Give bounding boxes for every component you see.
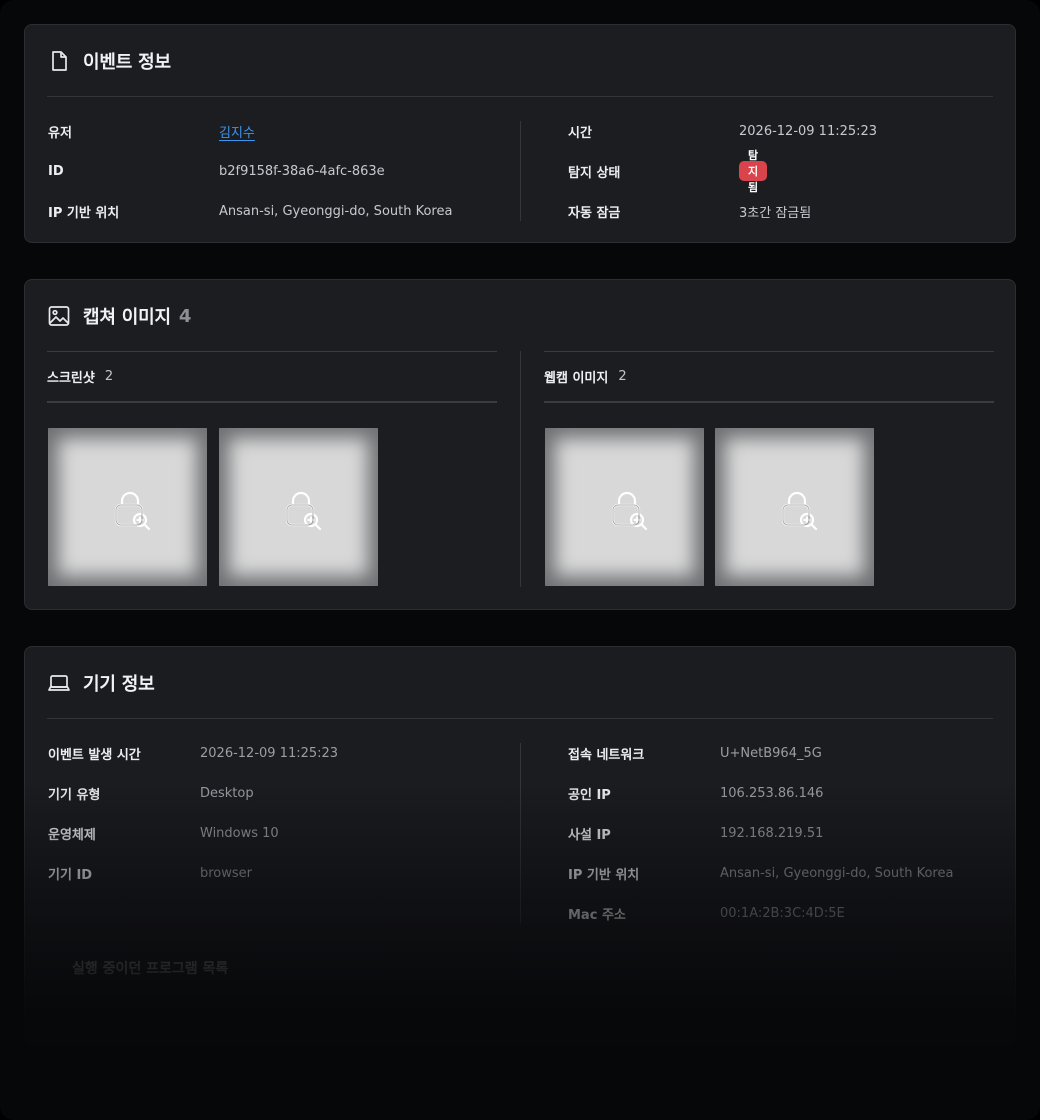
- event-id-key: ID: [48, 163, 64, 179]
- event-location-value: Ansan-si, Gyeonggi-do, South Korea: [219, 203, 453, 219]
- webcam-subheader: 웹캠 이미지 2: [544, 351, 994, 403]
- device-event-time-key: 이벤트 발생 시간: [48, 747, 141, 763]
- event-autolock-key: 자동 잠금: [568, 205, 621, 221]
- device-mac-key: Mac 주소: [568, 907, 626, 923]
- event-time-value: 2026-12-09 11:25:23: [739, 123, 878, 139]
- event-info-title: 이벤트 정보: [83, 52, 171, 73]
- device-location-row: IP 기반 위치 Ansan-si, Gyeonggi-do, South Ko…: [568, 863, 953, 883]
- captures-title: 캡쳐 이미지: [83, 307, 171, 328]
- device-info-title: 기기 정보: [83, 674, 155, 695]
- device-public-ip-key: 공인 IP: [568, 787, 611, 803]
- app-frame: 이벤트 정보 유저 김지수 ID b2f9158f-38a6-4afc-863e…: [0, 0, 1040, 1120]
- device-type-value: Desktop: [200, 785, 254, 801]
- event-info-divider: [47, 96, 993, 97]
- captures-column-divider: [520, 351, 521, 587]
- device-private-ip-key: 사설 IP: [568, 827, 611, 843]
- device-id-row: 기기 ID browser: [48, 863, 252, 883]
- running-programs-heading[interactable]: 실행 중이던 프로그램 목록: [72, 958, 228, 978]
- device-id-key: 기기 ID: [48, 867, 93, 883]
- device-os-key: 운영체제: [48, 827, 96, 843]
- device-public-ip-row: 공인 IP 106.253.86.146: [568, 783, 823, 803]
- screenshot-count: 2: [104, 369, 114, 384]
- event-detection-key: 탐지 상태: [568, 165, 621, 181]
- device-info-divider: [47, 718, 993, 719]
- event-id-value: b2f9158f-38a6-4afc-863e: [219, 163, 385, 179]
- event-autolock-row: 자동 잠금 3초간 잠금됨: [568, 201, 811, 221]
- webcam-thumbnail-2[interactable]: [715, 428, 874, 586]
- screenshot-thumbnail-1[interactable]: [48, 428, 207, 586]
- laptop-icon: [47, 671, 71, 695]
- captures-card: 캡쳐 이미지 4 스크린샷 2 웹캠 이미지 2: [24, 279, 1016, 610]
- device-network-value: U+NetB964_5G: [720, 745, 822, 761]
- device-location-value: Ansan-si, Gyeonggi-do, South Korea: [720, 865, 954, 881]
- document-icon: [47, 49, 71, 73]
- device-private-ip-row: 사설 IP 192.168.219.51: [568, 823, 823, 843]
- screenshot-subheader: 스크린샷 2: [47, 351, 497, 403]
- device-network-key: 접속 네트워크: [568, 747, 645, 763]
- event-detection-row: 탐지 상태 탐지됨: [568, 149, 768, 194]
- event-info-card: 이벤트 정보 유저 김지수 ID b2f9158f-38a6-4afc-863e…: [24, 24, 1016, 243]
- event-user-link[interactable]: 김지수: [219, 122, 255, 141]
- webcam-label: 웹캠 이미지: [544, 371, 609, 386]
- event-user-row: 유저 김지수: [48, 121, 255, 141]
- device-type-key: 기기 유형: [48, 787, 101, 803]
- image-icon: [47, 304, 71, 328]
- locked-zoom-icon: [781, 491, 818, 531]
- event-info-column-divider: [520, 121, 521, 221]
- webcam-count: 2: [618, 369, 627, 384]
- screenshot-label: 스크린샷: [47, 371, 95, 386]
- locked-zoom-icon: [611, 491, 648, 531]
- device-info-card: 기기 정보 이벤트 발생 시간 2026-12-09 11:25:23 기기 유…: [24, 646, 1016, 1046]
- device-public-ip-value: 106.253.86.146: [720, 785, 824, 801]
- event-location-row: IP 기반 위치 Ansan-si, Gyeonggi-do, South Ko…: [48, 201, 452, 221]
- device-id-value: browser: [200, 865, 253, 881]
- captures-count: 4: [178, 305, 192, 327]
- device-os-value: Windows 10: [200, 825, 279, 841]
- device-network-row: 접속 네트워크 U+NetB964_5G: [568, 743, 822, 763]
- event-time-key: 시간: [568, 125, 592, 141]
- locked-zoom-icon: [114, 491, 151, 531]
- device-info-header: 기기 정보: [47, 647, 993, 719]
- screenshot-thumbnail-2[interactable]: [219, 428, 378, 586]
- event-info-header: 이벤트 정보: [47, 25, 993, 97]
- device-location-key: IP 기반 위치: [568, 867, 640, 883]
- captures-header: 캡쳐 이미지 4: [47, 280, 993, 352]
- device-private-ip-value: 192.168.219.51: [720, 825, 824, 841]
- device-os-row: 운영체제 Windows 10: [48, 823, 279, 843]
- device-mac-value: 00:1A:2B:3C:4D:5E: [720, 905, 845, 921]
- event-id-row: ID b2f9158f-38a6-4afc-863e: [48, 161, 385, 181]
- event-user-key: 유저: [48, 125, 72, 141]
- device-event-time-row: 이벤트 발생 시간 2026-12-09 11:25:23: [48, 743, 338, 763]
- detection-status-badge: 탐지됨: [739, 149, 768, 194]
- event-location-key: IP 기반 위치: [48, 205, 120, 221]
- device-type-row: 기기 유형 Desktop: [48, 783, 254, 803]
- device-mac-row: Mac 주소 00:1A:2B:3C:4D:5E: [568, 903, 845, 923]
- webcam-thumbnail-1[interactable]: [545, 428, 704, 586]
- locked-zoom-icon: [285, 491, 322, 531]
- device-event-time-value: 2026-12-09 11:25:23: [200, 745, 339, 761]
- device-info-column-divider: [520, 743, 521, 923]
- event-autolock-value: 3초간 잠금됨: [739, 205, 812, 221]
- event-time-row: 시간 2026-12-09 11:25:23: [568, 121, 877, 141]
